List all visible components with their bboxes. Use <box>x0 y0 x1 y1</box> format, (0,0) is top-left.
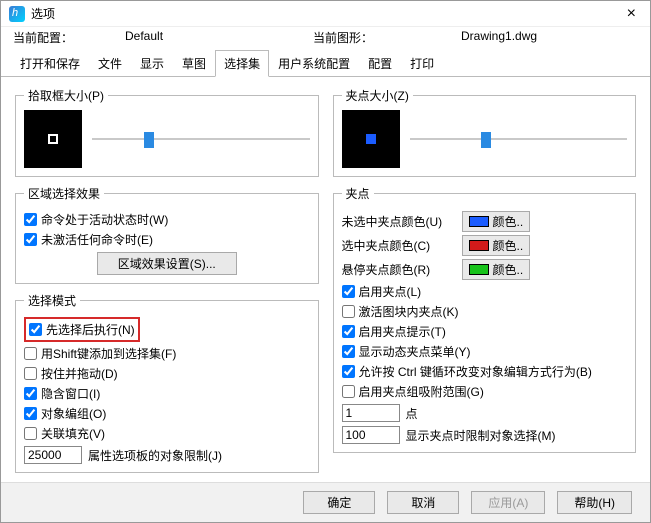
hover-color-label: 悬停夹点颜色(R) <box>342 261 462 278</box>
palette-limit-input[interactable] <box>24 446 82 464</box>
current-drawing-value: Drawing1.dwg <box>461 29 537 46</box>
hover-color-button[interactable]: 颜色.. <box>462 259 531 280</box>
tab-files[interactable]: 文件 <box>89 50 131 77</box>
options-dialog: { "titlebar": { "title": "选项" }, "config… <box>0 0 651 523</box>
chk-press-drag[interactable]: 按住并拖动(D) <box>24 365 310 382</box>
sel-swatch <box>469 240 489 251</box>
region-select-group: 区域选择效果 命令处于活动状态时(W) 未激活任何命令时(E) 区域效果设置(S… <box>15 185 319 284</box>
sel-color-button[interactable]: 颜色.. <box>462 235 531 256</box>
apply-button[interactable]: 应用(A) <box>471 491 545 514</box>
tab-display[interactable]: 显示 <box>131 50 173 77</box>
chk-enable-grips[interactable]: 启用夹点(L) <box>342 283 628 300</box>
pickbox-size-group: 拾取框大小(P) <box>15 87 319 177</box>
current-drawing-label: 当前图形： <box>313 29 461 46</box>
window-title: 选项 <box>31 5 55 22</box>
grips-legend: 夹点 <box>342 185 374 202</box>
point-label: 点 <box>406 405 418 422</box>
chk-preselect[interactable]: 先选择后执行(N) <box>29 321 135 338</box>
titlebar: 选项 × <box>1 1 650 27</box>
chk-no-cmd-active[interactable]: 未激活任何命令时(E) <box>24 231 310 248</box>
tab-draft[interactable]: 草图 <box>173 50 215 77</box>
pickbox-legend: 拾取框大小(P) <box>24 87 108 104</box>
gripsize-preview <box>342 110 400 168</box>
chk-shift-add[interactable]: 用Shift键添加到选择集(F) <box>24 345 310 362</box>
region-effect-button[interactable]: 区域效果设置(S)... <box>97 252 237 275</box>
close-icon[interactable]: × <box>621 5 642 23</box>
sel-color-label: 选中夹点颜色(C) <box>342 237 462 254</box>
chk-cmd-active[interactable]: 命令处于活动状态时(W) <box>24 211 310 228</box>
current-config-label: 当前配置： <box>13 29 125 46</box>
unsel-color-label: 未选中夹点颜色(U) <box>342 213 462 230</box>
chk-implied-window[interactable]: 隐含窗口(I) <box>24 385 310 402</box>
tab-selection[interactable]: 选择集 <box>215 50 269 77</box>
gripsize-slider[interactable] <box>410 128 628 150</box>
chk-show-dyn-menu[interactable]: 显示动态夹点菜单(Y) <box>342 343 628 360</box>
chk-group-grips[interactable]: 启用夹点组吸附范围(G) <box>342 383 628 400</box>
highlight-preselect: 先选择后执行(N) <box>24 317 140 342</box>
chk-ctrl-cycle[interactable]: 允许按 Ctrl 键循环改变对象编辑方式行为(B) <box>342 363 628 380</box>
gripsize-legend: 夹点大小(Z) <box>342 87 413 104</box>
chk-assoc-hatch[interactable]: 关联填充(V) <box>24 425 310 442</box>
chk-enable-grip-tips[interactable]: 启用夹点提示(T) <box>342 323 628 340</box>
tab-print[interactable]: 打印 <box>401 50 443 77</box>
pickbox-slider[interactable] <box>92 128 310 150</box>
chk-enable-block-grips[interactable]: 激活图块内夹点(K) <box>342 303 628 320</box>
tabs: 打开和保存 文件 显示 草图 选择集 用户系统配置 配置 打印 <box>1 50 650 77</box>
chk-object-group[interactable]: 对象编组(O) <box>24 405 310 422</box>
unsel-color-button[interactable]: 颜色.. <box>462 211 531 232</box>
showlimit-input[interactable] <box>342 426 400 444</box>
palette-limit-label: 属性选项板的对象限制(J) <box>88 447 222 464</box>
grips-group: 夹点 未选中夹点颜色(U) 颜色.. 选中夹点颜色(C) 颜色.. 悬停夹点颜色… <box>333 185 637 453</box>
tab-profiles[interactable]: 配置 <box>359 50 401 77</box>
hover-swatch <box>469 264 489 275</box>
showlimit-label: 显示夹点时限制对象选择(M) <box>406 427 556 444</box>
app-icon <box>9 6 25 22</box>
ok-button[interactable]: 确定 <box>303 491 375 514</box>
config-row: 当前配置： Default 当前图形： Drawing1.dwg <box>1 27 650 50</box>
footer: 确定 取消 应用(A) 帮助(H) <box>1 482 650 522</box>
select-mode-group: 选择模式 先选择后执行(N) 用Shift键添加到选择集(F) 按住并拖动(D)… <box>15 292 319 473</box>
tab-user-pref[interactable]: 用户系统配置 <box>269 50 359 77</box>
pickbox-preview <box>24 110 82 168</box>
unsel-swatch <box>469 216 489 227</box>
selmode-legend: 选择模式 <box>24 292 80 309</box>
region-legend: 区域选择效果 <box>24 185 104 202</box>
tab-open-save[interactable]: 打开和保存 <box>11 50 89 77</box>
gripsize-group: 夹点大小(Z) <box>333 87 637 177</box>
point-input[interactable] <box>342 404 400 422</box>
current-config-value: Default <box>125 29 313 46</box>
cancel-button[interactable]: 取消 <box>387 491 459 514</box>
help-button[interactable]: 帮助(H) <box>557 491 632 514</box>
